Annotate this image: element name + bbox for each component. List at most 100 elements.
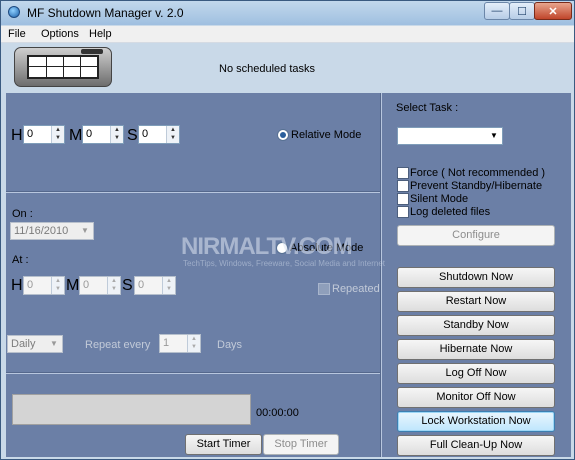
maximize-button[interactable]: ☐ xyxy=(509,2,535,20)
up-arrow-icon[interactable]: ▲ xyxy=(111,126,123,134)
relative-minutes-arrows[interactable]: ▲ ▼ xyxy=(110,126,123,143)
relative-hours-value: 0 xyxy=(27,128,34,140)
relative-seconds-label: S xyxy=(127,127,138,144)
header-banner: No scheduled tasks xyxy=(1,43,574,92)
absolute-minutes-stepper[interactable]: 0 ▲ ▼ xyxy=(79,276,121,295)
stop-timer-button[interactable]: Stop Timer xyxy=(263,434,339,455)
force-checkbox[interactable] xyxy=(397,167,409,179)
repeat-interval-select[interactable]: Daily ▼ xyxy=(7,335,63,353)
relative-minutes-stepper[interactable]: 0 ▲ ▼ xyxy=(82,125,124,144)
absolute-minutes-arrows[interactable]: ▲ ▼ xyxy=(107,277,120,294)
repeated-checkbox[interactable] xyxy=(318,283,330,295)
down-arrow-icon[interactable]: ▼ xyxy=(108,285,120,293)
relative-mode-radio[interactable] xyxy=(277,129,289,141)
up-arrow-icon[interactable]: ▲ xyxy=(52,126,64,134)
relative-mode-label: Relative Mode xyxy=(291,129,362,141)
timer-display: 00:00:00 xyxy=(256,407,299,419)
up-arrow-icon[interactable]: ▲ xyxy=(108,277,120,285)
relative-seconds-value: 0 xyxy=(142,128,149,140)
repeat-every-label: Repeat every xyxy=(85,339,151,351)
panel-divider xyxy=(380,93,382,457)
menu-options[interactable]: Options xyxy=(41,28,79,40)
log-deleted-files-label: Log deleted files xyxy=(410,206,491,218)
log-off-now-button[interactable]: Log Off Now xyxy=(397,363,555,384)
window-title: MF Shutdown Manager v. 2.0 xyxy=(27,6,184,20)
standby-now-button[interactable]: Standby Now xyxy=(397,315,555,336)
relative-hours-label: H xyxy=(11,127,23,144)
watermark-text: NIRMALTV.COM xyxy=(181,233,353,260)
dropdown-arrow-icon[interactable]: ▼ xyxy=(77,223,93,239)
repeat-every-arrows[interactable]: ▲ ▼ xyxy=(187,335,200,352)
absolute-minutes-value: 0 xyxy=(83,279,90,291)
dropdown-arrow-icon[interactable]: ▼ xyxy=(486,128,502,144)
start-timer-button[interactable]: Start Timer xyxy=(185,434,262,455)
repeat-every-stepper[interactable]: 1 ▲ ▼ xyxy=(159,334,201,353)
select-task-label: Select Task : xyxy=(396,102,459,114)
absolute-seconds-arrows[interactable]: ▲ ▼ xyxy=(162,277,175,294)
task-select[interactable]: ▼ xyxy=(397,127,503,145)
down-arrow-icon[interactable]: ▼ xyxy=(188,343,200,351)
absolute-hours-label: H xyxy=(11,277,23,294)
date-value: 11/16/2010 xyxy=(14,225,69,237)
absolute-seconds-value: 0 xyxy=(138,279,145,291)
close-button[interactable]: ✕ xyxy=(534,2,572,20)
hibernate-now-button[interactable]: Hibernate Now xyxy=(397,339,555,360)
minimize-button[interactable]: — xyxy=(484,2,510,20)
repeated-label: Repeated xyxy=(332,283,380,295)
full-cleanup-now-button[interactable]: Full Clean-Up Now xyxy=(397,435,555,456)
down-arrow-icon[interactable]: ▼ xyxy=(52,134,64,142)
force-label: Force ( Not recommended ) xyxy=(410,167,546,179)
silent-mode-label: Silent Mode xyxy=(410,193,469,205)
dropdown-arrow-icon[interactable]: ▼ xyxy=(46,336,62,352)
silent-mode-checkbox[interactable] xyxy=(397,193,409,205)
down-arrow-icon[interactable]: ▼ xyxy=(167,134,179,142)
repeat-every-value: 1 xyxy=(163,337,170,349)
absolute-hours-value: 0 xyxy=(27,279,34,291)
absolute-hours-arrows[interactable]: ▲ ▼ xyxy=(51,277,64,294)
menu-file[interactable]: File xyxy=(8,28,26,40)
prevent-standby-label: Prevent Standby/Hibernate xyxy=(410,180,543,192)
absolute-seconds-stepper[interactable]: 0 ▲ ▼ xyxy=(134,276,176,295)
absolute-seconds-label: S xyxy=(122,277,133,294)
menu-bar: File Options Help xyxy=(1,26,574,43)
app-globe-icon xyxy=(8,6,20,18)
absolute-minutes-label: M xyxy=(66,277,80,294)
configure-button[interactable]: Configure xyxy=(397,225,555,246)
relative-seconds-arrows[interactable]: ▲ ▼ xyxy=(166,126,179,143)
down-arrow-icon[interactable]: ▼ xyxy=(163,285,175,293)
lock-workstation-now-button[interactable]: Lock Workstation Now xyxy=(397,411,555,432)
title-bar[interactable]: MF Shutdown Manager v. 2.0 — ☐ ✕ xyxy=(1,1,574,25)
shutdown-manager-logo-icon xyxy=(14,47,112,87)
relative-minutes-label: M xyxy=(69,127,83,144)
monitor-off-now-button[interactable]: Monitor Off Now xyxy=(397,387,555,408)
down-arrow-icon[interactable]: ▼ xyxy=(52,285,64,293)
section-divider xyxy=(6,191,380,193)
shutdown-now-button[interactable]: Shutdown Now xyxy=(397,267,555,288)
at-label: At : xyxy=(12,254,29,266)
progress-bar xyxy=(12,394,251,425)
section-divider xyxy=(6,372,380,374)
up-arrow-icon[interactable]: ▲ xyxy=(163,277,175,285)
relative-seconds-stepper[interactable]: 0 ▲ ▼ xyxy=(138,125,180,144)
up-arrow-icon[interactable]: ▲ xyxy=(188,335,200,343)
down-arrow-icon[interactable]: ▼ xyxy=(111,134,123,142)
schedule-status: No scheduled tasks xyxy=(219,63,315,75)
relative-minutes-value: 0 xyxy=(86,128,93,140)
repeat-interval-value: Daily xyxy=(11,338,36,350)
menu-help[interactable]: Help xyxy=(89,28,112,40)
up-arrow-icon[interactable]: ▲ xyxy=(167,126,179,134)
close-icon: ✕ xyxy=(548,6,558,18)
relative-hours-arrows[interactable]: ▲ ▼ xyxy=(51,126,64,143)
up-arrow-icon[interactable]: ▲ xyxy=(52,277,64,285)
minimize-icon: — xyxy=(491,5,503,17)
prevent-standby-checkbox[interactable] xyxy=(397,180,409,192)
log-deleted-files-checkbox[interactable] xyxy=(397,206,409,218)
on-label: On : xyxy=(12,208,33,220)
absolute-hours-stepper[interactable]: 0 ▲ ▼ xyxy=(23,276,65,295)
relative-hours-stepper[interactable]: 0 ▲ ▼ xyxy=(23,125,65,144)
date-picker[interactable]: 11/16/2010 ▼ xyxy=(10,222,94,240)
restart-now-button[interactable]: Restart Now xyxy=(397,291,555,312)
maximize-icon: ☐ xyxy=(517,6,527,18)
watermark-subtext: TechTips, Windows, Freeware, Social Medi… xyxy=(183,259,386,268)
days-label: Days xyxy=(217,339,243,351)
